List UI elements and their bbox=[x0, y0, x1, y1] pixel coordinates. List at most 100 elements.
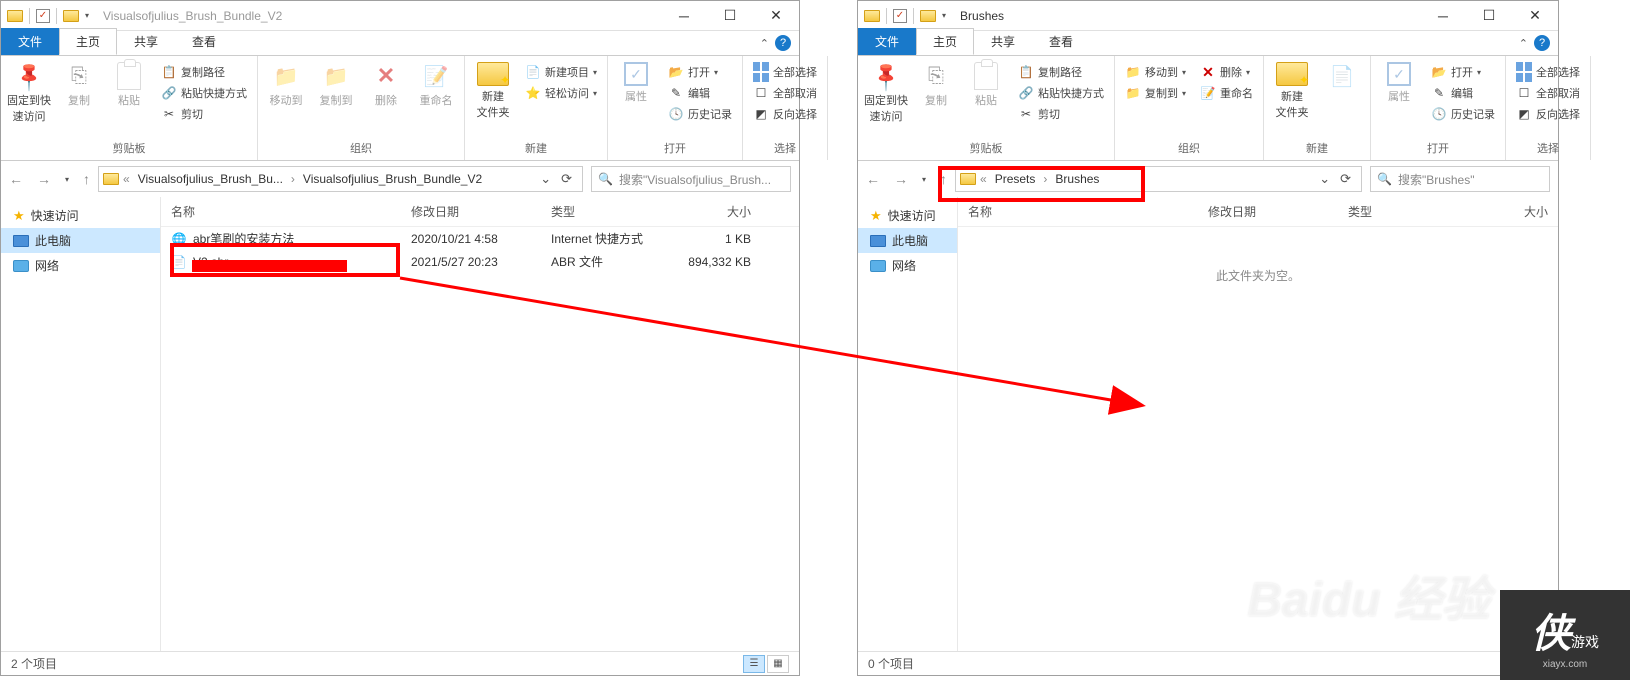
selectall-button[interactable]: 全部选择 bbox=[749, 62, 821, 82]
view-details-button[interactable]: ☰ bbox=[1502, 655, 1524, 673]
newitem-button[interactable]: 📄新建项目▾ bbox=[521, 62, 601, 82]
sidebar-item-network[interactable]: 网络 bbox=[858, 253, 957, 278]
forward-button[interactable]: → bbox=[894, 171, 908, 187]
search-input[interactable]: 🔍 搜索"Visualsofjulius_Brush... bbox=[591, 166, 791, 192]
qat-check-icon[interactable]: ✓ bbox=[893, 9, 907, 23]
chevron-down-icon[interactable]: ▾ bbox=[942, 11, 946, 20]
sidebar-item-thispc[interactable]: 此电脑 bbox=[1, 228, 160, 253]
pin-quickaccess-button[interactable]: 📌固定到快 速访问 bbox=[5, 58, 53, 128]
back-button[interactable]: ← bbox=[866, 171, 880, 187]
moveto-button[interactable]: 📁移动到 bbox=[262, 58, 310, 112]
paste-button[interactable]: 粘贴 bbox=[105, 58, 153, 112]
col-type[interactable]: 类型 bbox=[551, 203, 671, 220]
close-button[interactable]: ✕ bbox=[1512, 1, 1558, 31]
col-date[interactable]: 修改日期 bbox=[411, 203, 551, 220]
breadcrumb-item[interactable]: Brushes bbox=[1051, 172, 1103, 186]
address-bar[interactable]: « Visualsofjulius_Brush_Bu... › Visualso… bbox=[98, 166, 583, 192]
properties-button[interactable]: ✓属性 bbox=[1375, 58, 1423, 108]
minimize-button[interactable]: ─ bbox=[1420, 1, 1466, 31]
tab-file[interactable]: 文件 bbox=[1, 28, 59, 55]
col-type[interactable]: 类型 bbox=[1348, 203, 1468, 220]
open-button[interactable]: 📂打开▾ bbox=[1427, 62, 1499, 82]
pasteshortcut-button[interactable]: 🔗粘贴快捷方式 bbox=[1014, 83, 1108, 103]
chevron-up-icon[interactable]: ⌃ bbox=[1519, 37, 1528, 50]
copypath-button[interactable]: 📋复制路径 bbox=[1014, 62, 1108, 82]
help-icon[interactable]: ? bbox=[775, 35, 791, 51]
chevron-up-icon[interactable]: ⌃ bbox=[760, 37, 769, 50]
view-icons-button[interactable]: ▦ bbox=[1526, 655, 1548, 673]
sidebar-item-quickaccess[interactable]: ★快速访问 bbox=[858, 203, 957, 228]
minimize-button[interactable]: ─ bbox=[661, 1, 707, 31]
properties-button[interactable]: ✓属性 bbox=[612, 58, 660, 108]
newitem-button[interactable]: 📄 bbox=[1318, 58, 1366, 94]
chevron-down-icon[interactable]: ⌄ bbox=[540, 171, 551, 187]
history-button[interactable]: 🕓历史记录 bbox=[664, 104, 736, 124]
maximize-button[interactable]: ☐ bbox=[707, 1, 753, 31]
refresh-button[interactable]: ⟳ bbox=[1340, 171, 1351, 187]
back-button[interactable]: ← bbox=[9, 171, 23, 187]
col-name[interactable]: 名称 bbox=[968, 203, 1208, 220]
up-button[interactable]: ↑ bbox=[940, 171, 947, 187]
breadcrumb-item[interactable]: Visualsofjulius_Brush_Bundle_V2 bbox=[299, 172, 486, 186]
copy-button[interactable]: ⎘复制 bbox=[55, 58, 103, 112]
col-size[interactable]: 大小 bbox=[671, 203, 751, 220]
edit-button[interactable]: ✎编辑 bbox=[664, 83, 736, 103]
view-icons-button[interactable]: ▦ bbox=[767, 655, 789, 673]
selectnone-button[interactable]: ☐全部取消 bbox=[1512, 83, 1584, 103]
refresh-button[interactable]: ⟳ bbox=[561, 171, 572, 187]
breadcrumb-item[interactable]: Visualsofjulius_Brush_Bu... bbox=[134, 172, 287, 186]
view-details-button[interactable]: ☰ bbox=[743, 655, 765, 673]
up-button[interactable]: ↑ bbox=[83, 171, 90, 187]
pasteshortcut-button[interactable]: 🔗粘贴快捷方式 bbox=[157, 83, 251, 103]
delete-button[interactable]: ✕删除 bbox=[362, 58, 410, 112]
edit-button[interactable]: ✎编辑 bbox=[1427, 83, 1499, 103]
sidebar-item-thispc[interactable]: 此电脑 bbox=[858, 228, 957, 253]
col-name[interactable]: 名称 bbox=[171, 203, 411, 220]
sidebar-item-network[interactable]: 网络 bbox=[1, 253, 160, 278]
open-button[interactable]: 📂打开▾ bbox=[664, 62, 736, 82]
rename-button[interactable]: 📝重命名 bbox=[1196, 83, 1257, 103]
invertselect-button[interactable]: ◩反向选择 bbox=[1512, 104, 1584, 124]
selectall-button[interactable]: 全部选择 bbox=[1512, 62, 1584, 82]
tab-home[interactable]: 主页 bbox=[916, 28, 974, 55]
address-bar[interactable]: « Presets › Brushes ⌄⟳ bbox=[955, 166, 1362, 192]
copyto-button[interactable]: 📁复制到 bbox=[312, 58, 360, 112]
col-date[interactable]: 修改日期 bbox=[1208, 203, 1348, 220]
tab-file[interactable]: 文件 bbox=[858, 28, 916, 55]
cut-button[interactable]: ✂剪切 bbox=[157, 104, 251, 124]
pin-quickaccess-button[interactable]: 📌固定到快 速访问 bbox=[862, 58, 910, 128]
tab-share[interactable]: 共享 bbox=[117, 28, 175, 55]
newfolder-button[interactable]: 新建 文件夹 bbox=[469, 58, 517, 124]
history-dropdown[interactable]: ▾ bbox=[922, 175, 926, 184]
tab-view[interactable]: 查看 bbox=[1032, 28, 1090, 55]
chevron-down-icon[interactable]: ⌄ bbox=[1319, 171, 1330, 187]
easyaccess-button[interactable]: ⭐轻松访问▾ bbox=[521, 83, 601, 103]
maximize-button[interactable]: ☐ bbox=[1466, 1, 1512, 31]
copypath-button[interactable]: 📋复制路径 bbox=[157, 62, 251, 82]
selectnone-button[interactable]: ☐全部取消 bbox=[749, 83, 821, 103]
tab-home[interactable]: 主页 bbox=[59, 28, 117, 55]
tab-view[interactable]: 查看 bbox=[175, 28, 233, 55]
history-button[interactable]: 🕓历史记录 bbox=[1427, 104, 1499, 124]
help-icon[interactable]: ? bbox=[1534, 35, 1550, 51]
col-size[interactable]: 大小 bbox=[1468, 203, 1548, 220]
tab-share[interactable]: 共享 bbox=[974, 28, 1032, 55]
invertselect-button[interactable]: ◩反向选择 bbox=[749, 104, 821, 124]
paste-button[interactable]: 粘贴 bbox=[962, 58, 1010, 112]
copyto-button[interactable]: 📁复制到▾ bbox=[1121, 83, 1190, 103]
rename-button[interactable]: 📝重命名 bbox=[412, 58, 460, 112]
newfolder-button[interactable]: 新建 文件夹 bbox=[1268, 58, 1316, 124]
close-button[interactable]: ✕ bbox=[753, 1, 799, 31]
copy-button[interactable]: ⎘复制 bbox=[912, 58, 960, 112]
forward-button[interactable]: → bbox=[37, 171, 51, 187]
sidebar-item-quickaccess[interactable]: ★快速访问 bbox=[1, 203, 160, 228]
qat-check-icon[interactable]: ✓ bbox=[36, 9, 50, 23]
search-input[interactable]: 🔍 搜索"Brushes" bbox=[1370, 166, 1550, 192]
history-dropdown[interactable]: ▾ bbox=[65, 175, 69, 184]
breadcrumb-item[interactable]: Presets bbox=[991, 172, 1040, 186]
file-row[interactable]: 🌐abr笔刷的安装方法 2020/10/21 4:58 Internet 快捷方… bbox=[161, 227, 799, 250]
delete-button[interactable]: ✕删除▾ bbox=[1196, 62, 1257, 82]
chevron-down-icon[interactable]: ▾ bbox=[85, 11, 89, 20]
cut-button[interactable]: ✂剪切 bbox=[1014, 104, 1108, 124]
moveto-button[interactable]: 📁移动到▾ bbox=[1121, 62, 1190, 82]
